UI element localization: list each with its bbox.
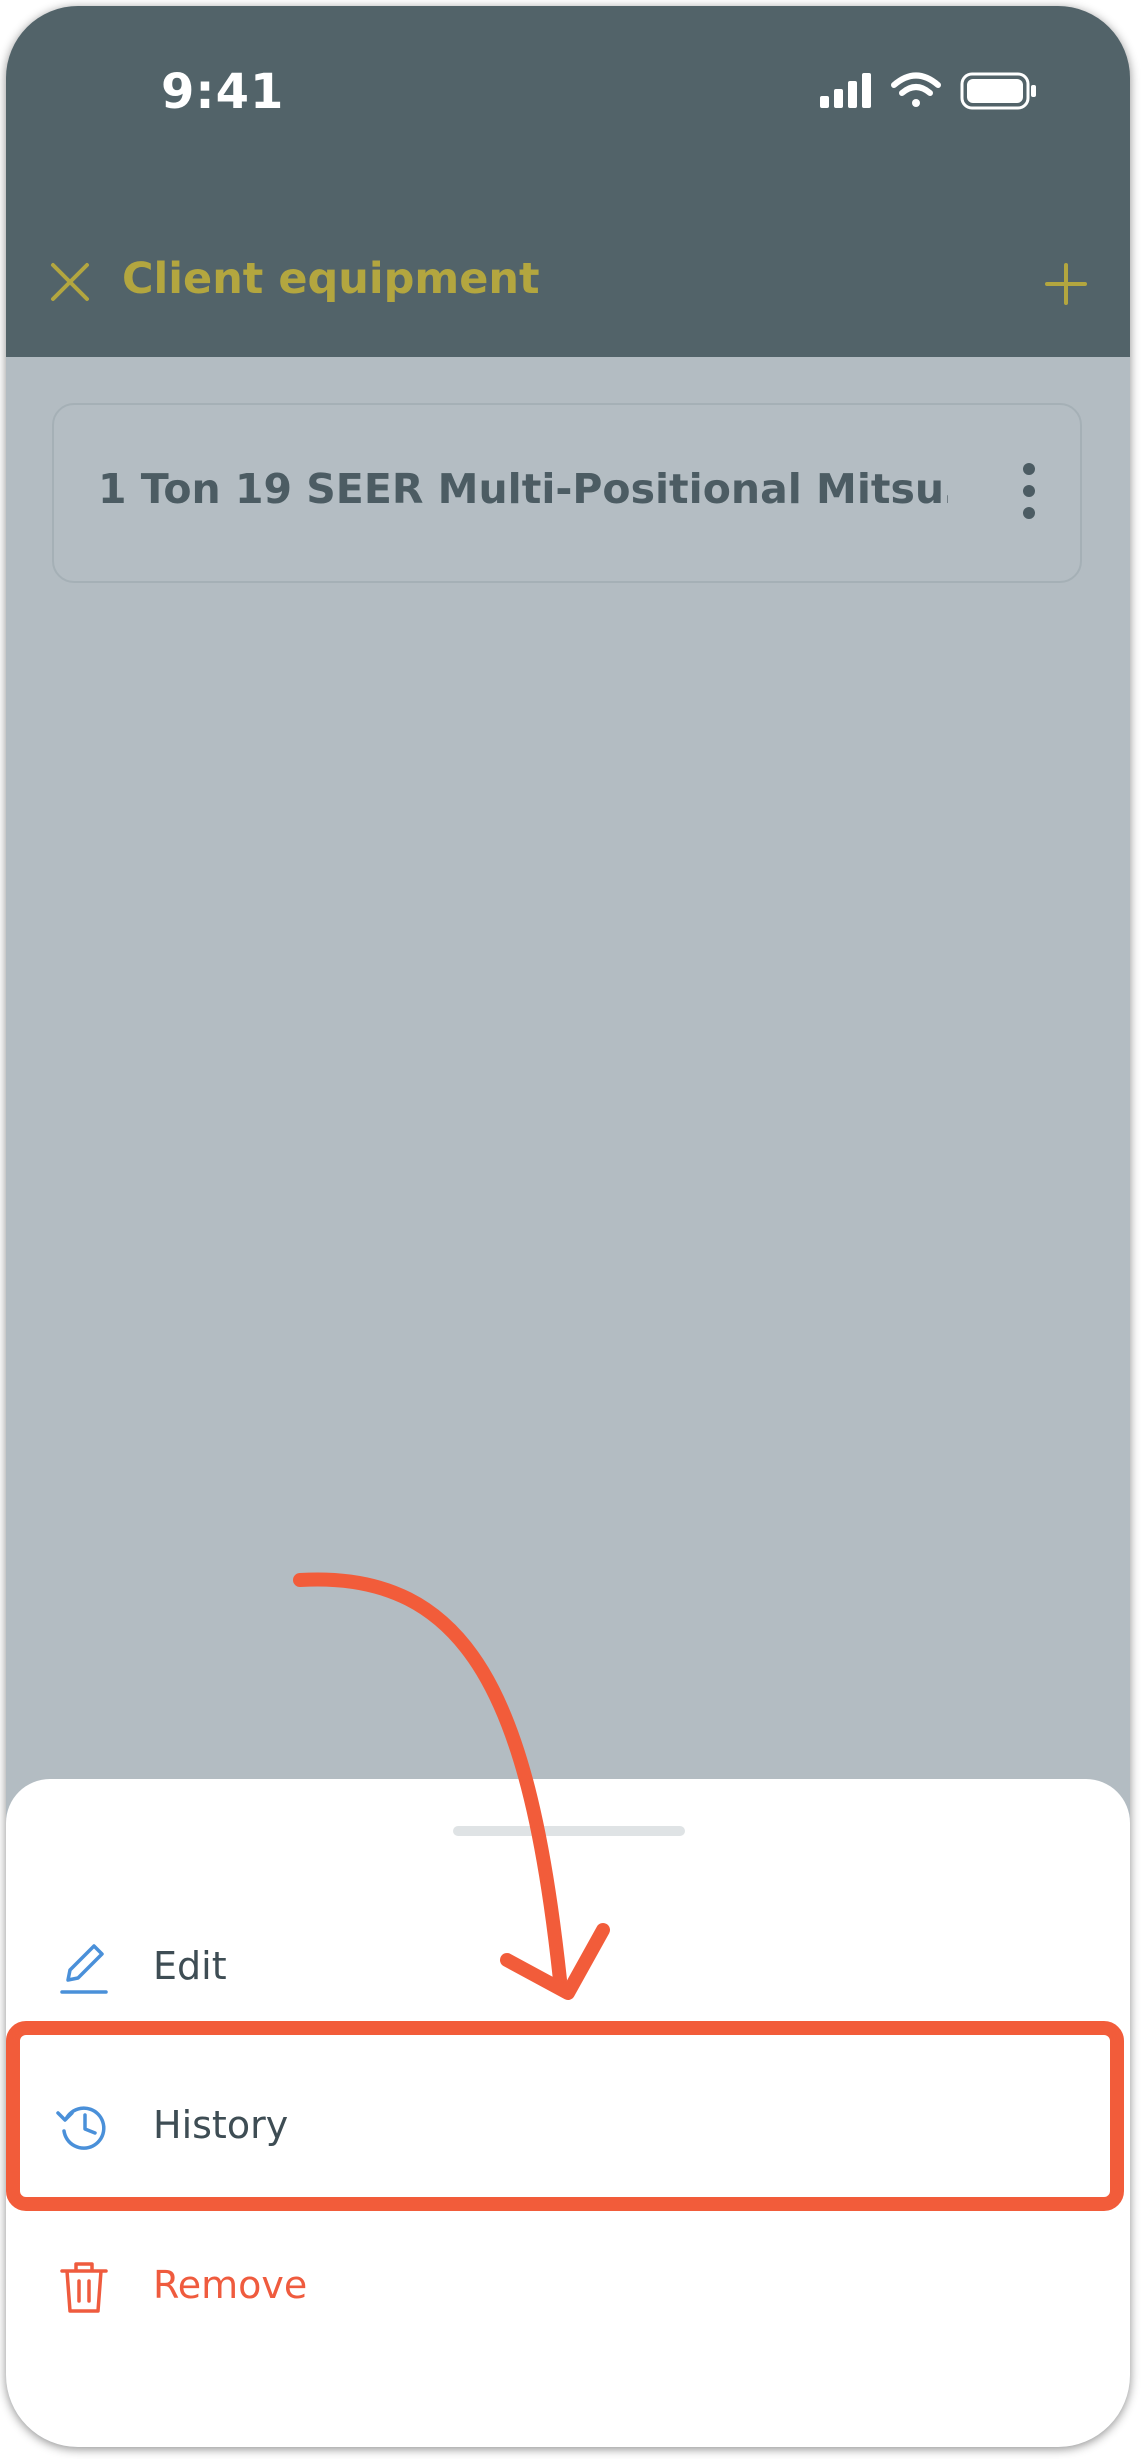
- app-header: 9:41 Client equipment: [6, 6, 1130, 357]
- menu-item-edit[interactable]: Edit: [6, 1892, 1130, 2042]
- wifi-icon: [891, 72, 941, 107]
- more-vertical-icon[interactable]: [1022, 461, 1036, 521]
- battery-icon: [960, 72, 1036, 110]
- plus-icon[interactable]: [1044, 262, 1088, 306]
- history-highlight-box: [6, 2021, 1124, 2211]
- status-time: 9:41: [161, 64, 285, 120]
- equipment-card[interactable]: 1 Ton 19 SEER Multi-Positional Mitsu…: [52, 403, 1082, 583]
- status-icons: [820, 72, 1036, 110]
- close-icon[interactable]: [48, 260, 92, 304]
- sheet-grabber[interactable]: [453, 1826, 685, 1836]
- page-title: Client equipment: [122, 254, 540, 304]
- cellular-signal-icon: [820, 73, 871, 108]
- menu-item-remove[interactable]: Remove: [6, 2211, 1130, 2361]
- pencil-icon: [60, 1944, 108, 1994]
- equipment-name: 1 Ton 19 SEER Multi-Positional Mitsu…: [98, 465, 948, 513]
- menu-label-remove: Remove: [153, 2263, 308, 2307]
- trash-icon: [60, 2262, 108, 2313]
- menu-label-edit: Edit: [153, 1944, 227, 1988]
